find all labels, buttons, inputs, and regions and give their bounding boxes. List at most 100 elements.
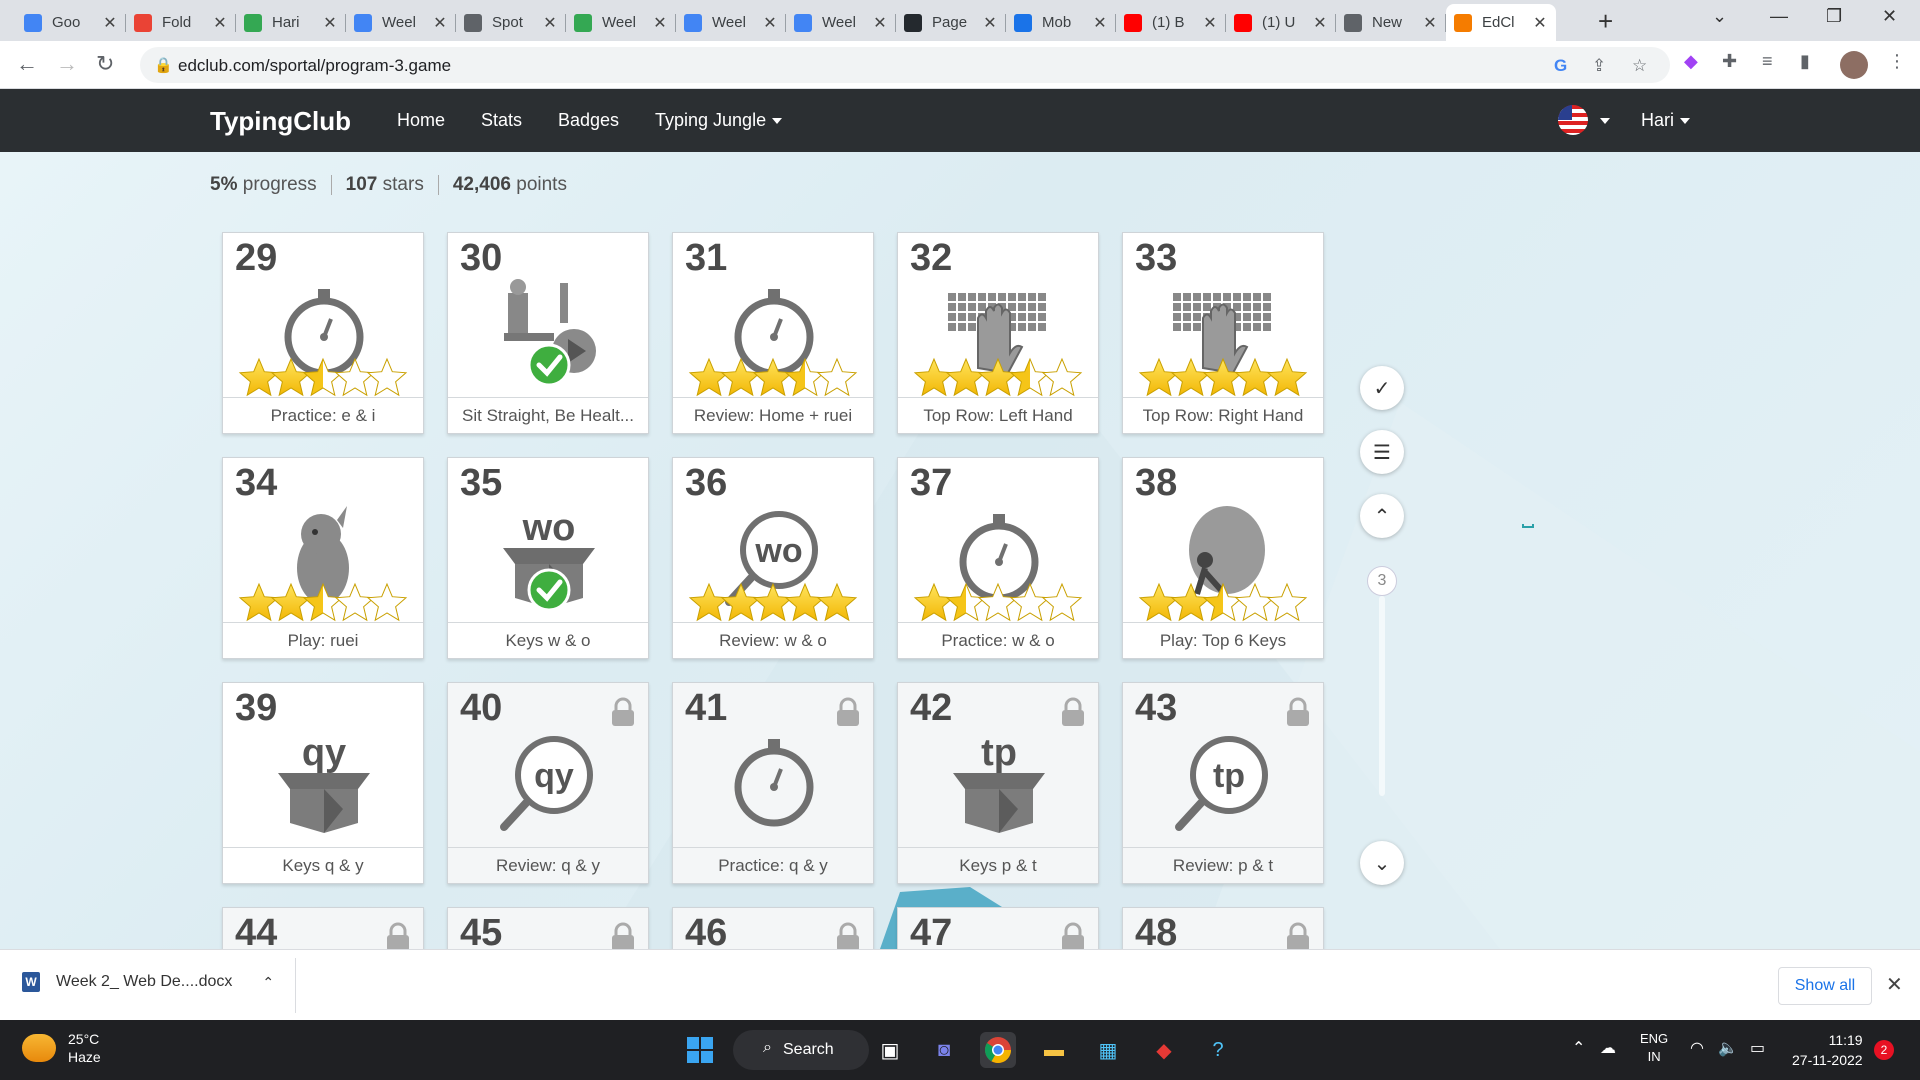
side-panel-icon[interactable]: ▮ <box>1800 51 1810 72</box>
lesson-card[interactable]: 32 Top Row: Left Hand <box>897 232 1099 434</box>
tab-search-icon[interactable]: ⌄ <box>1712 6 1727 27</box>
close-window-button[interactable]: ✕ <box>1882 6 1897 27</box>
lesson-card[interactable]: 48 <box>1122 907 1324 949</box>
browser-tab[interactable]: New ✕ <box>1336 4 1446 41</box>
teams-chat-icon[interactable]: ◙ <box>926 1032 962 1068</box>
browser-tab[interactable]: Weel ✕ <box>346 4 456 41</box>
browser-tab[interactable]: Weel ✕ <box>676 4 786 41</box>
reload-icon[interactable]: ↻ <box>96 51 114 77</box>
user-menu[interactable]: Hari <box>1641 110 1691 131</box>
close-tab-icon[interactable]: ✕ <box>1202 13 1218 33</box>
close-tab-icon[interactable]: ✕ <box>542 13 558 33</box>
lesson-card[interactable]: 37 Practice: w & o <box>897 457 1099 659</box>
url-text[interactable]: edclub.com/sportal/program-3.game <box>178 56 451 76</box>
share-icon[interactable]: ⇪ <box>1592 56 1606 76</box>
task-view-icon[interactable]: ▣ <box>872 1032 908 1068</box>
nav-badges[interactable]: Badges <box>558 110 619 131</box>
lesson-card[interactable]: 41 Practice: q & y <box>672 682 874 884</box>
taskbar-search[interactable]: ⌕ Search <box>733 1030 869 1070</box>
scroll-down-icon[interactable]: ⌄ <box>1360 841 1404 885</box>
nav-stats[interactable]: Stats <box>481 110 522 131</box>
menu-icon[interactable]: ☰ <box>1360 430 1404 474</box>
lesson-card[interactable]: 44 <box>222 907 424 949</box>
media-control-icon[interactable]: ≡ <box>1762 51 1773 72</box>
us-flag-icon[interactable] <box>1558 105 1588 135</box>
close-tab-icon[interactable]: ✕ <box>102 13 118 33</box>
lesson-card[interactable]: 46 <box>672 907 874 949</box>
close-tab-icon[interactable]: ✕ <box>762 13 778 33</box>
lesson-card[interactable]: 30 Sit Straight, Be Healt... <box>447 232 649 434</box>
browser-tab[interactable]: Weel ✕ <box>786 4 896 41</box>
browser-tab[interactable]: Hari ✕ <box>236 4 346 41</box>
close-tab-icon[interactable]: ✕ <box>1312 13 1328 33</box>
lesson-card[interactable]: 40 qy Review: q & y <box>447 682 649 884</box>
lesson-card[interactable]: 47 <box>897 907 1099 949</box>
battery-icon[interactable]: ▭ <box>1750 1038 1765 1058</box>
chrome-menu-icon[interactable]: ⋮ <box>1888 51 1906 72</box>
nav-home[interactable]: Home <box>397 110 445 131</box>
lesson-card[interactable]: 36 wo Review: w & o <box>672 457 874 659</box>
microsoft-store-icon[interactable]: ▦ <box>1090 1032 1126 1068</box>
wifi-icon[interactable]: ◠ <box>1690 1038 1704 1058</box>
brand-logo[interactable]: TypingClub <box>210 106 351 137</box>
back-icon[interactable]: ← <box>16 51 38 77</box>
help-app-icon[interactable]: ? <box>1200 1032 1236 1068</box>
clock[interactable]: 11:19 27-11-2022 <box>1792 1030 1863 1070</box>
chrome-taskbar-icon[interactable] <box>980 1032 1016 1068</box>
lesson-card[interactable]: 39 qy Keys q & y <box>222 682 424 884</box>
onedrive-icon[interactable]: ☁ <box>1600 1038 1616 1058</box>
bookmark-star-icon[interactable]: ☆ <box>1632 56 1647 76</box>
lesson-card[interactable]: 31 Review: Home + ruei <box>672 232 874 434</box>
nav-typing-jungle[interactable]: Typing Jungle <box>655 110 783 131</box>
browser-tab[interactable]: Goo ✕ <box>16 4 126 41</box>
windows-start-icon[interactable] <box>682 1032 718 1068</box>
office-app-icon[interactable]: ◆ <box>1146 1032 1182 1068</box>
download-item[interactable]: W Week 2_ Web De....docx ⌃ <box>22 972 274 992</box>
extension-icon[interactable]: ◆ <box>1684 51 1698 72</box>
close-tab-icon[interactable]: ✕ <box>432 13 448 33</box>
lesson-card[interactable]: 35 wo Keys w & o <box>447 457 649 659</box>
close-tab-icon[interactable]: ✕ <box>982 13 998 33</box>
close-tab-icon[interactable]: ✕ <box>1532 13 1548 33</box>
lesson-card[interactable]: 42 tp Keys p & t <box>897 682 1099 884</box>
close-tab-icon[interactable]: ✕ <box>1422 13 1438 33</box>
close-tab-icon[interactable]: ✕ <box>322 13 338 33</box>
lesson-card[interactable]: 29 Practice: e & i <box>222 232 424 434</box>
close-download-bar-icon[interactable]: ✕ <box>1886 972 1903 997</box>
minimize-button[interactable]: — <box>1770 6 1788 27</box>
show-hidden-icons[interactable]: ⌃ <box>1572 1038 1585 1058</box>
close-tab-icon[interactable]: ✕ <box>872 13 888 33</box>
address-bar[interactable]: 🔒 edclub.com/sportal/program-3.game G ⇪ … <box>140 47 1670 83</box>
lesson-card[interactable]: 34 Play: ruei <box>222 457 424 659</box>
lesson-card[interactable]: 45 <box>447 907 649 949</box>
chevron-up-icon[interactable]: ⌃ <box>262 974 274 991</box>
notification-badge[interactable]: 2 <box>1874 1040 1894 1060</box>
browser-tab[interactable]: Weel ✕ <box>566 4 676 41</box>
maximize-button[interactable]: ❐ <box>1826 6 1842 27</box>
lesson-card[interactable]: 38 Play: Top 6 Keys <box>1122 457 1324 659</box>
profile-avatar[interactable] <box>1840 51 1868 79</box>
new-tab-button[interactable]: + <box>1598 6 1613 37</box>
close-tab-icon[interactable]: ✕ <box>212 13 228 33</box>
close-tab-icon[interactable]: ✕ <box>1092 13 1108 33</box>
puzzle-extensions-icon[interactable]: ✚ <box>1722 51 1737 72</box>
language-dropdown-icon[interactable] <box>1600 118 1610 124</box>
browser-tab[interactable]: Fold ✕ <box>126 4 236 41</box>
language-indicator[interactable]: ENG IN <box>1640 1030 1668 1066</box>
scroll-track[interactable] <box>1379 596 1385 796</box>
forward-icon[interactable]: → <box>56 51 78 77</box>
browser-tab[interactable]: Spot ✕ <box>456 4 566 41</box>
google-lens-icon[interactable]: G <box>1554 56 1567 76</box>
lesson-card[interactable]: 43 tp Review: p & t <box>1122 682 1324 884</box>
browser-tab[interactable]: Mob ✕ <box>1006 4 1116 41</box>
browser-tab[interactable]: EdCl ✕ <box>1446 4 1556 41</box>
lesson-card[interactable]: 33 Top Row: Right Hand <box>1122 232 1324 434</box>
browser-tab[interactable]: (1) U ✕ <box>1226 4 1336 41</box>
volume-icon[interactable]: 🔈 <box>1718 1038 1738 1058</box>
close-tab-icon[interactable]: ✕ <box>652 13 668 33</box>
file-explorer-icon[interactable]: ▬ <box>1036 1032 1072 1068</box>
browser-tab[interactable]: Page ✕ <box>896 4 1006 41</box>
scroll-up-icon[interactable]: ⌃ <box>1360 494 1404 538</box>
show-all-button[interactable]: Show all <box>1778 967 1872 1005</box>
browser-tab[interactable]: (1) B ✕ <box>1116 4 1226 41</box>
